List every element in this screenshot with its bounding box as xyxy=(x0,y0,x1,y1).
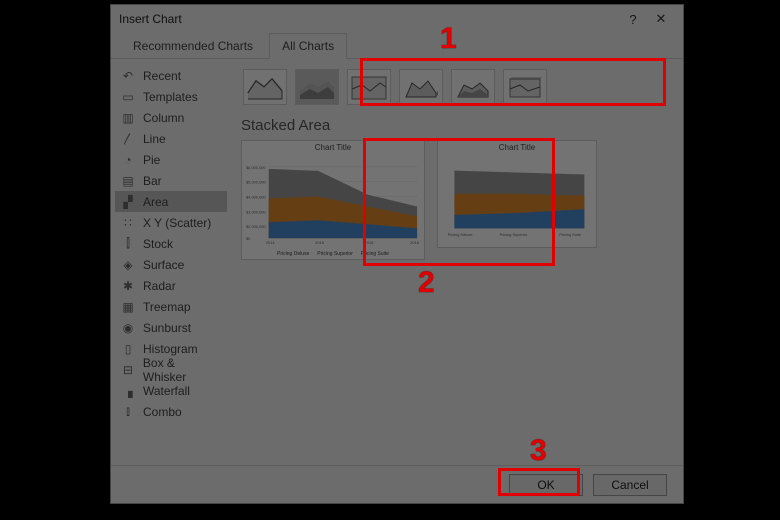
sidebar-item-label: Treemap xyxy=(143,300,191,314)
sidebar-item-label: Sunburst xyxy=(143,321,191,335)
svg-text:$6,000,000: $6,000,000 xyxy=(246,165,267,170)
sidebar-item-radar[interactable]: ✱ Radar xyxy=(115,275,227,296)
sidebar-item-label: Recent xyxy=(143,69,181,83)
recent-icon: ↶ xyxy=(121,69,135,83)
treemap-icon: ▦ xyxy=(121,300,135,314)
box-whisker-icon: ⊟ xyxy=(121,363,135,377)
surface-icon: ◈ xyxy=(121,258,135,272)
svg-text:$3,000,000: $3,000,000 xyxy=(246,209,267,214)
histogram-icon: ▯ xyxy=(121,342,135,356)
sidebar-item-sunburst[interactable]: ◉ Sunburst xyxy=(115,317,227,338)
sidebar-item-label: Radar xyxy=(143,279,176,293)
svg-text:$2,000,000: $2,000,000 xyxy=(246,224,267,229)
preview-small[interactable]: Chart Title Pricing Deluxe Pricing Superi… xyxy=(437,140,597,248)
percent-stacked-area-3d-mini-icon xyxy=(506,73,544,101)
sidebar-item-label: Column xyxy=(143,111,184,125)
subtype-100-stacked-area[interactable] xyxy=(347,69,391,105)
svg-text:Pricing Suite: Pricing Suite xyxy=(559,233,581,237)
preview-title: Chart Title xyxy=(440,143,594,152)
subtype-stacked-area[interactable] xyxy=(295,69,339,105)
preview-large[interactable]: Chart Title $6,000,000 $5,000,000 $4,000,0… xyxy=(241,140,425,260)
svg-text:Pricing Superior: Pricing Superior xyxy=(500,233,528,237)
area-3d-mini-icon xyxy=(402,73,440,101)
sidebar-item-label: Stock xyxy=(143,237,173,251)
preview-title: Chart Title xyxy=(244,143,422,152)
subtype-row xyxy=(241,67,673,107)
tab-bar: Recommended Charts All Charts xyxy=(111,33,683,59)
preview-plot: $6,000,000 $5,000,000 $4,000,000 $3,000,000… xyxy=(244,154,422,249)
sidebar-item-label: Line xyxy=(143,132,166,146)
sidebar-item-line[interactable]: 〳 Line xyxy=(115,128,227,149)
sidebar-item-surface[interactable]: ◈ Surface xyxy=(115,254,227,275)
sidebar-item-label: Combo xyxy=(143,405,182,419)
svg-text:$5,000,000: $5,000,000 xyxy=(246,180,267,185)
sidebar-item-label: Waterfall xyxy=(143,384,190,398)
preview-plot: Pricing Deluxe Pricing Superior Pricing Su… xyxy=(440,154,594,245)
sidebar-item-label: Templates xyxy=(143,90,198,104)
subtype-3d-stacked-area[interactable] xyxy=(451,69,495,105)
sidebar-item-combo[interactable]: ⫾ Combo xyxy=(115,401,227,422)
svg-text:2015: 2015 xyxy=(315,240,325,245)
tab-all-charts[interactable]: All Charts xyxy=(269,33,347,59)
area-mini-icon xyxy=(246,73,284,101)
sidebar-item-label: X Y (Scatter) xyxy=(143,216,211,230)
svg-text:$0: $0 xyxy=(246,236,251,241)
legend-item: Pricing Suite xyxy=(361,251,389,257)
svg-text:2014: 2014 xyxy=(266,240,276,245)
column-icon: ▥ xyxy=(121,111,135,125)
bar-icon: ▤ xyxy=(121,174,135,188)
subtype-area[interactable] xyxy=(243,69,287,105)
svg-text:Pricing Deluxe: Pricing Deluxe xyxy=(448,233,473,237)
sidebar-item-pie[interactable]: ◔ Pie xyxy=(115,149,227,170)
content-panel: Stacked Area Chart Title $ xyxy=(231,59,683,465)
sidebar-item-area[interactable]: ▞ Area xyxy=(115,191,227,212)
sunburst-icon: ◉ xyxy=(121,321,135,335)
help-button[interactable]: ? xyxy=(619,8,647,30)
sidebar-item-label: Box & Whisker xyxy=(143,356,221,384)
sidebar-item-treemap[interactable]: ▦ Treemap xyxy=(115,296,227,317)
sidebar-item-label: Bar xyxy=(143,174,162,188)
percent-stacked-area-mini-icon xyxy=(350,73,388,101)
templates-icon: ▭ xyxy=(121,90,135,104)
button-row: OK Cancel xyxy=(111,465,683,503)
combo-icon: ⫾ xyxy=(121,405,135,419)
chart-type-sidebar: ↶ Recent ▭ Templates ▥ Column 〳 Line ◔ Pie ▤ B… xyxy=(111,59,231,465)
dialog-title: Insert Chart xyxy=(119,12,619,26)
stacked-area-3d-mini-icon xyxy=(454,73,492,101)
sidebar-item-column[interactable]: ▥ Column xyxy=(115,107,227,128)
svg-text:2016: 2016 xyxy=(365,240,375,245)
legend-item: Pricing Superior xyxy=(317,251,353,257)
tab-recommended-charts[interactable]: Recommended Charts xyxy=(121,34,265,58)
sidebar-item-label: Histogram xyxy=(143,342,198,356)
ok-button[interactable]: OK xyxy=(509,474,583,496)
stacked-area-mini-icon xyxy=(298,73,336,101)
svg-text:2018: 2018 xyxy=(410,240,420,245)
area-icon: ▞ xyxy=(121,195,135,209)
insert-chart-dialog: Insert Chart ? ✕ Recommended Charts All … xyxy=(110,4,684,504)
sidebar-item-templates[interactable]: ▭ Templates xyxy=(115,86,227,107)
svg-text:$4,000,000: $4,000,000 xyxy=(246,195,267,200)
cancel-button[interactable]: Cancel xyxy=(593,474,667,496)
subtype-title: Stacked Area xyxy=(241,117,673,134)
sidebar-item-bar[interactable]: ▤ Bar xyxy=(115,170,227,191)
waterfall-icon: ▗ xyxy=(121,384,135,398)
close-button[interactable]: ✕ xyxy=(647,8,675,30)
legend-item: Pricing Deluxe xyxy=(277,251,309,257)
pie-icon: ◔ xyxy=(121,153,135,167)
stock-icon: ⫿ xyxy=(121,237,135,251)
sidebar-item-box-whisker[interactable]: ⊟Box & Whisker xyxy=(115,359,227,380)
subtype-3d-area[interactable] xyxy=(399,69,443,105)
sidebar-item-label: Surface xyxy=(143,258,184,272)
scatter-icon: ∷ xyxy=(121,216,135,230)
line-icon: 〳 xyxy=(121,132,135,146)
sidebar-item-recent[interactable]: ↶ Recent xyxy=(115,65,227,86)
subtype-3d-100-stacked-area[interactable] xyxy=(503,69,547,105)
sidebar-item-label: Area xyxy=(143,195,168,209)
sidebar-item-label: Pie xyxy=(143,153,160,167)
sidebar-item-stock[interactable]: ⫿ Stock xyxy=(115,233,227,254)
preview-legend: Pricing Deluxe Pricing Superior Pricing … xyxy=(244,251,422,257)
sidebar-item-xy-scatter[interactable]: ∷ X Y (Scatter) xyxy=(115,212,227,233)
titlebar: Insert Chart ? ✕ xyxy=(111,5,683,33)
radar-icon: ✱ xyxy=(121,279,135,293)
